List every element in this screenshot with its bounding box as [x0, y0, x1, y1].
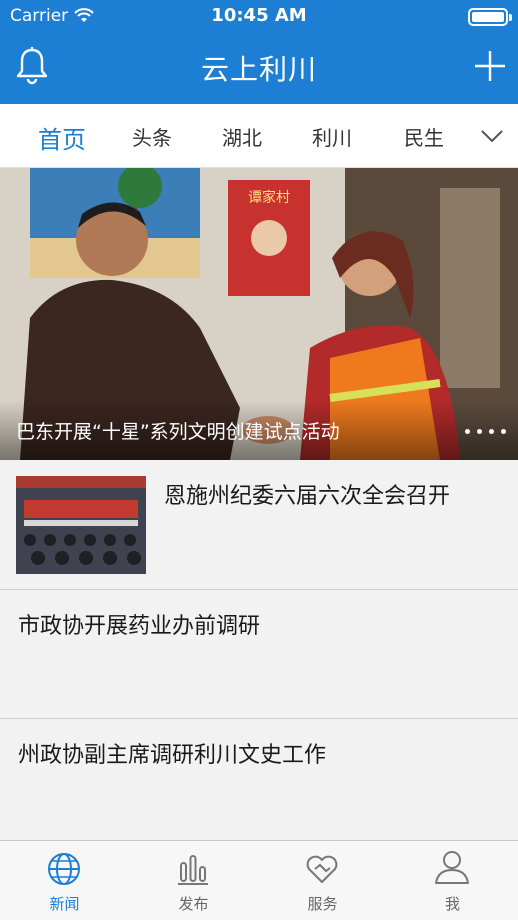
- top-bar: Carrier 10:45 AM 云上利川: [0, 0, 518, 104]
- add-icon[interactable]: [472, 48, 508, 84]
- tabbar-label: 我: [444, 895, 460, 913]
- tab-hubei[interactable]: 湖北: [222, 122, 262, 151]
- news-item[interactable]: 恩施州纪委六届六次全会召开: [0, 460, 518, 590]
- chevron-down-icon[interactable]: [480, 124, 504, 148]
- bottom-tab-bar: 新闻 发布 服务 我: [0, 840, 518, 920]
- news-item[interactable]: 州政协副主席调研利川文史工作: [0, 719, 518, 840]
- page-title: 云上利川: [200, 53, 317, 86]
- battery-icon: [468, 8, 512, 26]
- tabbar-me[interactable]: 我: [388, 841, 517, 920]
- globe-icon: [48, 853, 80, 885]
- svg-text:谭家村: 谭家村: [248, 189, 290, 206]
- tabbar-news[interactable]: 新闻: [0, 841, 129, 920]
- page-indicator: [465, 429, 506, 434]
- tab-headlines[interactable]: 头条: [132, 122, 172, 151]
- hero-banner[interactable]: 谭家村 巴东开展“十星”系列文明创建试点活动: [0, 168, 518, 460]
- tab-livelihood[interactable]: 民生: [404, 122, 444, 151]
- news-item[interactable]: 市政协开展药业办前调研: [0, 590, 518, 719]
- hero-caption: 巴东开展“十星”系列文明创建试点活动: [16, 421, 340, 443]
- tabbar-service[interactable]: 服务: [258, 841, 387, 920]
- status-bar: Carrier 10:45 AM: [0, 0, 518, 32]
- bars-icon: [178, 855, 208, 885]
- tabbar-label: 发布: [178, 895, 209, 913]
- tab-lichuan[interactable]: 利川: [312, 122, 352, 151]
- news-thumbnail: [16, 476, 146, 574]
- heart-icon: [306, 855, 338, 883]
- news-title: 州政协副主席调研利川文史工作: [18, 743, 327, 768]
- status-time: 10:45 AM: [211, 5, 307, 26]
- category-tabs: 首页 头条 湖北 利川 民生: [0, 104, 518, 168]
- tab-home[interactable]: 首页: [38, 120, 86, 155]
- tabbar-publish[interactable]: 发布: [129, 841, 258, 920]
- news-title: 市政协开展药业办前调研: [18, 614, 261, 639]
- hero-caption-bar: 巴东开展“十星”系列文明创建试点活动: [0, 400, 518, 460]
- user-icon: [435, 851, 469, 884]
- tabbar-label: 新闻: [49, 895, 80, 913]
- news-title: 恩施州纪委六届六次全会召开: [164, 484, 451, 509]
- tabbar-label: 服务: [307, 895, 338, 913]
- nav-bar: 云上利川: [0, 32, 518, 104]
